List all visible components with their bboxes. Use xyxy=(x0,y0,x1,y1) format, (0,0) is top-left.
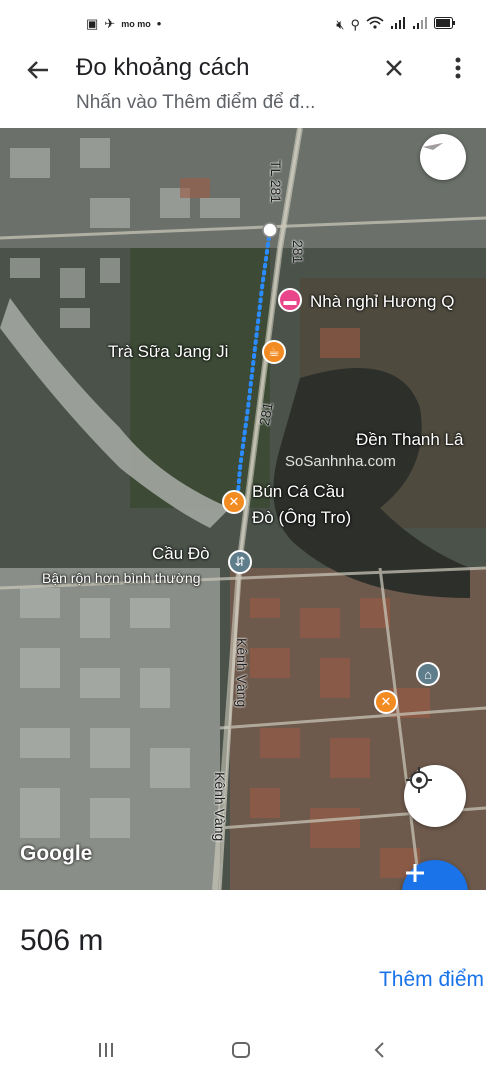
status-left-icons: ▣ ✈ mo mo • xyxy=(86,16,161,32)
close-icon[interactable] xyxy=(382,56,406,87)
add-point-button[interactable]: Thêm điểm xyxy=(379,968,484,992)
google-logo: Google xyxy=(20,842,93,865)
page-subtitle: Nhấn vào Thêm điểm để đ... xyxy=(76,92,316,113)
road-label-281-a: 281 xyxy=(290,240,306,264)
road-label-tl281: TL 281 xyxy=(268,160,284,204)
busy-label: Bận rộn hơn bình thường xyxy=(42,570,201,586)
bridge-poi-icon[interactable]: ⇵ xyxy=(228,550,252,574)
poi-label-nha-nghi[interactable]: Nhà nghỉ Hương Q xyxy=(310,292,454,312)
more-notifications-dot: • xyxy=(156,16,162,31)
restaurant-poi-icon-2[interactable]: ✕ xyxy=(374,690,398,714)
my-location-icon[interactable] xyxy=(404,765,466,827)
school-poi-icon[interactable]: ⌂ xyxy=(416,662,440,686)
wifi-icon xyxy=(366,16,384,34)
road-label-kenh-vang-1: Kênh Vàng xyxy=(234,638,250,708)
status-bar: ▣ ✈ mo mo • 🔇︎ ⚲ xyxy=(0,0,486,48)
mute-icon: 🔇︎ xyxy=(336,17,345,32)
cafe-poi-icon[interactable]: ☕︎ xyxy=(262,340,286,364)
more-options-icon[interactable] xyxy=(454,56,462,87)
watermark: SoSanhnha.com xyxy=(285,453,396,470)
system-nav-bar xyxy=(0,1030,486,1080)
poi-label-den[interactable]: Đền Thanh Lâ xyxy=(356,430,463,450)
back-arrow-icon[interactable] xyxy=(24,56,56,88)
route-start-point xyxy=(262,222,278,238)
measurement-panel: 506 m Thêm điểm xyxy=(0,890,486,1030)
restaurant-poi-icon[interactable]: ✕ xyxy=(222,490,246,514)
battery-icon xyxy=(434,17,456,33)
poi-label-cau-do[interactable]: Cầu Đò xyxy=(152,544,210,564)
signal-icon xyxy=(412,16,428,34)
road-label-kenh-vang-2: Kênh Vàng xyxy=(212,772,228,842)
hotel-poi-icon[interactable]: ▬ xyxy=(278,288,302,312)
compass-icon[interactable] xyxy=(420,134,466,180)
back-nav-icon[interactable] xyxy=(370,1040,390,1066)
home-icon[interactable] xyxy=(231,1040,251,1066)
poi-label-bun-ca[interactable]: Bún Cá Cầu xyxy=(252,482,345,502)
recent-apps-icon[interactable] xyxy=(96,1040,116,1066)
telegram-icon: ✈ xyxy=(104,16,116,31)
distance-readout: 506 m xyxy=(20,924,104,957)
signal-icon xyxy=(390,16,406,34)
notification-icon: ▣ xyxy=(86,16,99,31)
page-title: Đo khoảng cách xyxy=(76,54,250,81)
satellite-map[interactable]: TL 281 281 281 Kênh Vàng Kênh Vàng ▬ Nhà… xyxy=(0,128,486,890)
status-right-icons: 🔇︎ ⚲ xyxy=(336,16,456,34)
poi-label-tra-sua[interactable]: Trà Sữa Jang Ji xyxy=(108,342,228,362)
poi-label-bun-ca-2[interactable]: Đò (Ông Tro) xyxy=(252,508,351,528)
app-header: Đo khoảng cách Nhấn vào Thêm điểm để đ..… xyxy=(0,48,486,128)
location-icon: ⚲ xyxy=(350,17,360,32)
momo-icon: mo mo xyxy=(121,19,151,29)
